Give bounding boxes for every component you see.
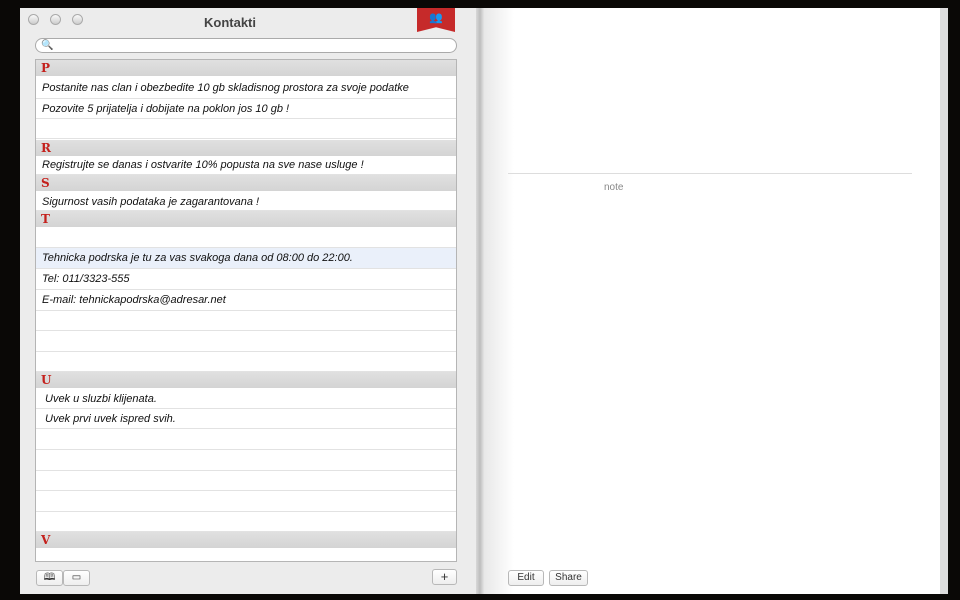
search-input[interactable]: 🔍 — [35, 38, 457, 53]
list-item[interactable]: Uvek prvi uvek ispred svih. — [36, 409, 456, 429]
book-spine — [476, 8, 484, 594]
page-edge — [940, 8, 948, 594]
contacts-list[interactable]: P Postanite nas clan i obezbedite 10 gb … — [35, 59, 457, 562]
add-contact-button[interactable]: + — [432, 569, 457, 585]
list-item[interactable]: Tel: 011/3323-555 — [36, 269, 456, 290]
book-view-icon: 🕮 — [43, 572, 56, 583]
section-header-r: R — [36, 140, 456, 156]
section-header-u: U — [36, 372, 456, 388]
empty-row — [36, 331, 456, 352]
section-header-t: T — [36, 211, 456, 227]
note-divider — [508, 173, 912, 174]
card-view-button[interactable]: ▭ — [63, 570, 90, 586]
list-item[interactable]: Registrujte se danas i ostvarite 10% pop… — [36, 156, 456, 175]
list-item[interactable]: Postanite nas clan i obezbedite 10 gb sk… — [36, 78, 456, 99]
card-view-icon: ▭ — [71, 572, 82, 583]
window-title: Kontakti — [204, 15, 256, 30]
share-button[interactable]: Share — [549, 570, 588, 586]
list-item[interactable]: Pozovite 5 prijatelja i dobijate na pokl… — [36, 99, 456, 119]
empty-row — [36, 471, 456, 491]
section-header-p: P — [36, 60, 456, 76]
empty-row — [36, 352, 456, 372]
contact-detail-pane — [484, 8, 948, 594]
list-item[interactable]: Sigurnost vasih podataka je zagarantovan… — [36, 193, 456, 211]
empty-row — [36, 227, 456, 248]
section-header-v: V — [36, 532, 456, 548]
book-view-button[interactable]: 🕮 — [36, 570, 63, 586]
list-item-selected[interactable]: Tehnicka podrska je tu za vas svakoga da… — [36, 248, 456, 269]
edit-button[interactable]: Edit — [508, 570, 544, 586]
section-header-s: S — [36, 175, 456, 191]
search-icon: 🔍 — [41, 40, 54, 51]
empty-row — [36, 450, 456, 471]
list-item[interactable]: E-mail: tehnickapodrska@adresar.net — [36, 290, 456, 311]
list-item[interactable]: Uvek u sluzbi klijenata. — [36, 389, 456, 409]
empty-row — [36, 429, 456, 450]
note-label[interactable]: note — [604, 182, 623, 193]
empty-row — [36, 512, 456, 532]
empty-row — [36, 311, 456, 331]
empty-row — [36, 119, 456, 139]
empty-row — [36, 491, 456, 512]
